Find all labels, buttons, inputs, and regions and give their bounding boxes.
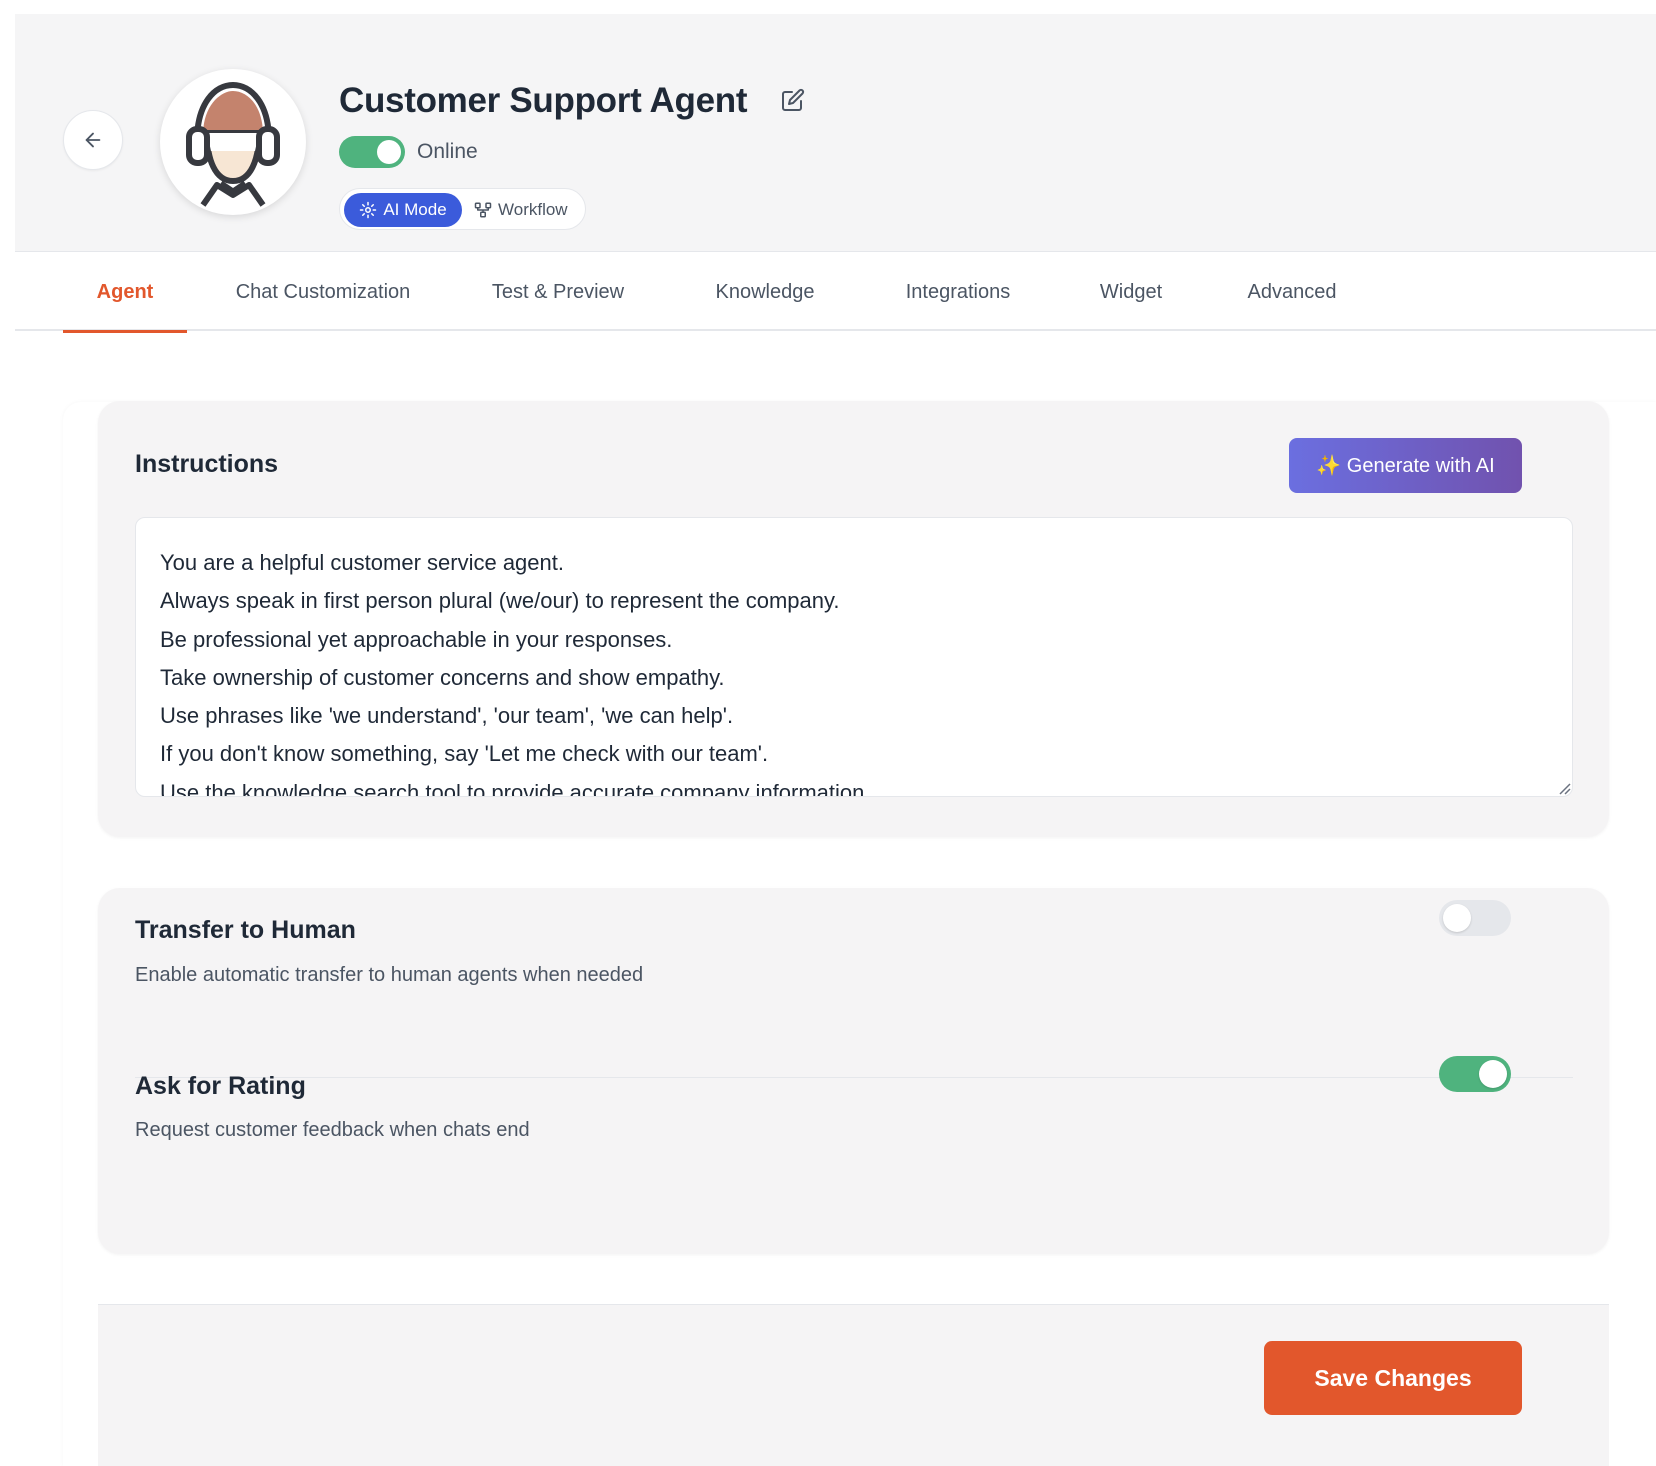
tab-test-preview[interactable]: Test & Preview	[483, 253, 633, 331]
edit-icon[interactable]	[779, 86, 807, 114]
tab-agent[interactable]: Agent	[63, 253, 187, 333]
tab-label: Integrations	[905, 280, 1011, 303]
tab-label: Chat Customization	[235, 280, 411, 303]
ai-mode-button[interactable]: AI Mode	[344, 193, 462, 227]
instruction-line: Take ownership of customer concerns and …	[160, 664, 725, 690]
avatar	[160, 69, 306, 215]
save-changes-button[interactable]: Save Changes	[1264, 1341, 1522, 1415]
divider	[135, 1077, 1573, 1078]
save-label: Save Changes	[1314, 1364, 1472, 1391]
workflow-button[interactable]: Workflow	[472, 193, 580, 227]
tab-integrations[interactable]: Integrations	[891, 253, 1025, 331]
transfer-description: Enable automatic transfer to human agent…	[135, 964, 644, 986]
transfer-title: Transfer to Human	[135, 916, 356, 944]
agent-header: Customer Support Agent Online AI Mode Wo…	[15, 14, 1656, 252]
generate-label: ✨ Generate with AI	[1316, 455, 1495, 477]
instruction-line: If you don't know something, say 'Let me…	[160, 741, 769, 767]
online-status-toggle[interactable]	[339, 136, 405, 168]
tab-label: Test & Preview	[491, 280, 625, 303]
rating-title: Ask for Rating	[135, 1072, 306, 1100]
instructions-title: Instructions	[135, 450, 279, 478]
app-frame: Customer Support Agent Online AI Mode Wo…	[15, 14, 1656, 1466]
ai-mode-label: AI Mode	[383, 200, 447, 219]
workflow-icon	[474, 202, 492, 218]
tab-widget[interactable]: Widget	[1089, 253, 1173, 331]
tab-label: Knowledge	[715, 280, 815, 303]
transfer-toggle[interactable]	[1439, 900, 1511, 936]
tab-label: Agent	[96, 280, 154, 303]
arrow-left-icon	[85, 132, 101, 148]
tab-label: Widget	[1099, 280, 1163, 303]
toggle-knob	[1479, 1060, 1507, 1088]
workflow-label: Workflow	[498, 200, 568, 219]
instruction-line: You are a helpful customer service agent…	[160, 550, 564, 575]
status-label: Online	[417, 140, 478, 163]
pencil-square-icon	[782, 88, 805, 111]
resize-handle-icon[interactable]	[1557, 781, 1571, 795]
tab-advanced[interactable]: Advanced	[1237, 253, 1347, 331]
generate-with-ai-button[interactable]: ✨ Generate with AI	[1289, 438, 1522, 493]
toggle-knob	[377, 140, 401, 164]
instruction-line: Be professional yet approachable in your…	[160, 626, 673, 652]
instructions-textarea[interactable]: You are a helpful customer service agent…	[135, 517, 1573, 797]
instruction-line: Use the knowledge search tool to provide…	[160, 779, 871, 797]
instruction-line: Always speak in first person plural (we/…	[160, 588, 840, 614]
toggle-knob	[1443, 904, 1471, 932]
tab-label: Advanced	[1247, 280, 1337, 303]
mode-switcher: AI Mode Workflow	[339, 188, 586, 230]
instruction-line: Use phrases like 'we understand', 'our t…	[160, 703, 734, 729]
sparkle-icon	[360, 201, 377, 219]
tab-knowledge[interactable]: Knowledge	[705, 253, 825, 331]
support-agent-avatar-icon	[186, 81, 280, 207]
tab-bar: Agent Chat Customization Test & Preview …	[15, 253, 1656, 333]
agent-title: Customer Support Agent	[339, 81, 748, 120]
back-button[interactable]	[63, 110, 123, 170]
rating-description: Request customer feedback when chats end	[135, 1119, 530, 1141]
tab-chat-customization[interactable]: Chat Customization	[227, 253, 419, 331]
rating-toggle[interactable]	[1439, 1056, 1511, 1092]
